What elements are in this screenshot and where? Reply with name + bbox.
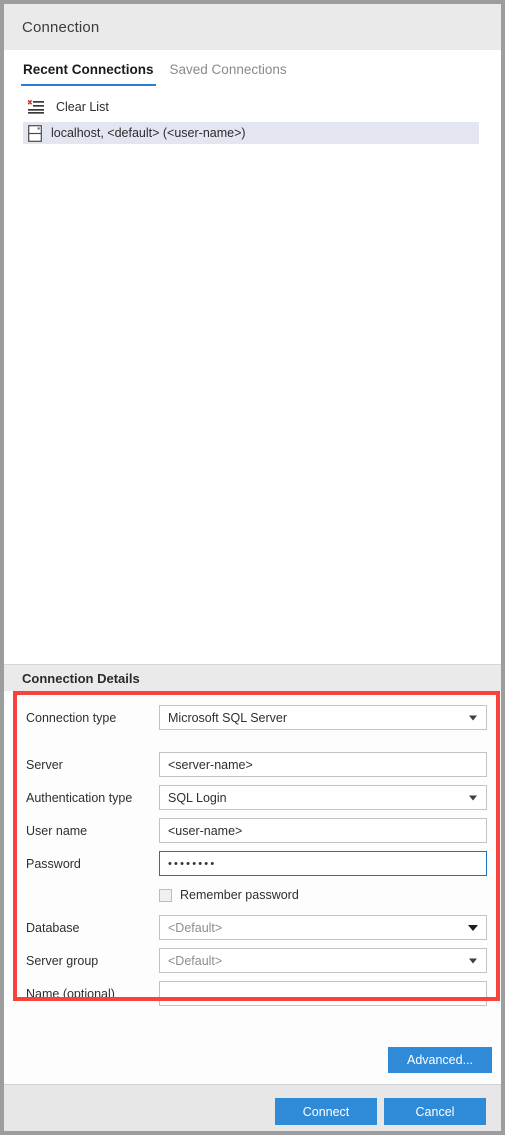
tab-saved-connections[interactable]: Saved Connections bbox=[168, 62, 289, 86]
remember-password-checkbox[interactable] bbox=[159, 888, 172, 902]
list-item[interactable]: localhost, <default> (<user-name>) bbox=[23, 122, 479, 144]
server-group-label: Server group bbox=[26, 953, 99, 968]
connection-dialog: Connection Recent Connections Saved Conn… bbox=[0, 0, 505, 1135]
dialog-footer: Connect Cancel bbox=[4, 1084, 501, 1131]
password-input[interactable]: •••••••• bbox=[159, 851, 487, 876]
recent-connections-panel: Clear List localhost, <default> (<user-n… bbox=[4, 86, 501, 664]
database-label: Database bbox=[26, 920, 80, 935]
user-name-value: <user-name> bbox=[168, 823, 243, 838]
database-select[interactable]: <Default> bbox=[159, 915, 487, 940]
field-connection-type: Connection type Microsoft SQL Server bbox=[4, 705, 501, 730]
clear-list-icon bbox=[28, 100, 45, 114]
tab-recent-connections-label: Recent Connections bbox=[23, 62, 154, 77]
tab-recent-connections[interactable]: Recent Connections bbox=[21, 62, 156, 86]
remember-password-row: Remember password bbox=[4, 884, 501, 906]
authentication-type-select[interactable]: SQL Login bbox=[159, 785, 487, 810]
password-label: Password bbox=[26, 856, 81, 871]
user-name-label: User name bbox=[26, 823, 88, 838]
advanced-area: Advanced... bbox=[4, 1036, 501, 1084]
connection-details-header: Connection Details bbox=[4, 664, 501, 691]
field-database: Database <Default> bbox=[4, 915, 501, 940]
connection-type-label: Connection type bbox=[26, 710, 117, 725]
field-server: Server <server-name> bbox=[4, 752, 501, 777]
tab-saved-connections-label: Saved Connections bbox=[169, 62, 287, 77]
chevron-down-icon bbox=[469, 795, 477, 800]
remember-password-label[interactable]: Remember password bbox=[180, 888, 299, 902]
field-server-group: Server group <Default> bbox=[4, 948, 501, 973]
connection-type-value: Microsoft SQL Server bbox=[168, 710, 288, 725]
server-input[interactable]: <server-name> bbox=[159, 752, 487, 777]
cancel-button[interactable]: Cancel bbox=[384, 1098, 486, 1125]
connect-button[interactable]: Connect bbox=[275, 1098, 377, 1125]
connection-details-title: Connection Details bbox=[22, 670, 140, 686]
server-value: <server-name> bbox=[168, 757, 253, 772]
field-password: Password •••••••• bbox=[4, 851, 501, 876]
field-user-name: User name <user-name> bbox=[4, 818, 501, 843]
authentication-type-label: Authentication type bbox=[26, 790, 133, 805]
database-value: <Default> bbox=[168, 920, 223, 935]
server-group-select[interactable]: <Default> bbox=[159, 948, 487, 973]
connection-details-body: Connection type Microsoft SQL Server Ser… bbox=[4, 691, 501, 1036]
clear-list-label: Clear List bbox=[56, 100, 109, 114]
connections-tabstrip: Recent Connections Saved Connections bbox=[4, 50, 501, 86]
name-optional-input[interactable] bbox=[159, 981, 487, 1006]
chevron-down-icon bbox=[469, 715, 477, 720]
field-authentication-type: Authentication type SQL Login bbox=[4, 785, 501, 810]
dialog-titlebar: Connection bbox=[4, 4, 501, 50]
name-optional-label: Name (optional) bbox=[26, 986, 115, 1001]
dialog-title: Connection bbox=[22, 18, 100, 36]
password-value: •••••••• bbox=[168, 857, 217, 870]
chevron-down-icon bbox=[468, 924, 478, 931]
connection-type-select[interactable]: Microsoft SQL Server bbox=[159, 705, 487, 730]
advanced-button[interactable]: Advanced... bbox=[388, 1047, 492, 1073]
server-icon bbox=[28, 124, 42, 142]
chevron-down-icon bbox=[469, 958, 477, 963]
list-item-label: localhost, <default> (<user-name>) bbox=[51, 126, 246, 140]
server-group-value: <Default> bbox=[168, 953, 223, 968]
clear-list-button[interactable]: Clear List bbox=[4, 95, 501, 119]
authentication-type-value: SQL Login bbox=[168, 790, 227, 805]
user-name-input[interactable]: <user-name> bbox=[159, 818, 487, 843]
server-label: Server bbox=[26, 757, 63, 772]
field-name-optional: Name (optional) bbox=[4, 981, 501, 1006]
